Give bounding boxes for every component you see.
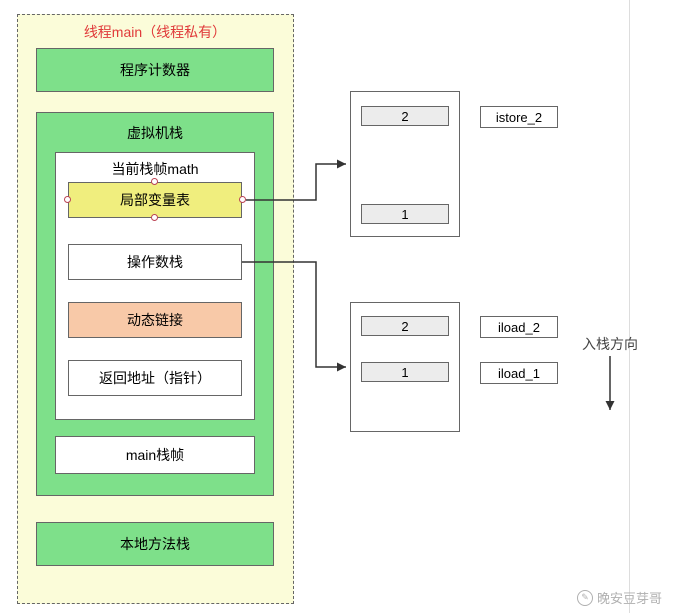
page-divider: [629, 0, 630, 613]
main-frame-label: main栈帧: [126, 445, 184, 465]
current-frame-title: 当前栈帧math: [56, 159, 254, 179]
wechat-icon: ✎: [577, 590, 593, 606]
thread-main-title: 线程main（线程私有）: [60, 22, 250, 42]
bottom-stack-slot-bottom: 1: [361, 362, 449, 382]
top-instr-label: istore_2: [496, 110, 542, 125]
bottom-instr-bottom-label: iload_1: [498, 366, 540, 381]
handle-dot-left-icon: [64, 196, 71, 203]
bottom-stack-slot-top: 2: [361, 316, 449, 336]
dynamic-link-box: 动态链接: [68, 302, 242, 338]
watermark: ✎ 晚安豆芽哥: [577, 588, 662, 607]
bottom-stack-slot-bottom-value: 1: [401, 365, 408, 380]
operand-stack-box: 操作数栈: [68, 244, 242, 280]
vm-stack-label: 虚拟机栈: [37, 123, 273, 143]
program-counter-label: 程序计数器: [120, 60, 190, 80]
top-stack-slot-bottom-value: 1: [401, 207, 408, 222]
native-stack-box: 本地方法栈: [36, 522, 274, 566]
program-counter-box: 程序计数器: [36, 48, 274, 92]
bottom-instr-top-label: iload_2: [498, 320, 540, 335]
bottom-instr-bottom-box: iload_1: [480, 362, 558, 384]
handle-dot-bottom-icon: [151, 214, 158, 221]
watermark-text: 晚安豆芽哥: [597, 588, 662, 607]
dynamic-link-label: 动态链接: [127, 310, 183, 330]
top-stack-slot-top-value: 2: [401, 109, 408, 124]
operand-stack-label: 操作数栈: [127, 252, 183, 272]
local-vars-box: 局部变量表: [68, 182, 242, 218]
return-addr-box: 返回地址（指针）: [68, 360, 242, 396]
bottom-instr-top-box: iload_2: [480, 316, 558, 338]
native-stack-label: 本地方法栈: [120, 534, 190, 554]
bottom-stack-slot-top-value: 2: [401, 319, 408, 334]
push-direction-label: 入栈方向: [582, 334, 638, 354]
local-vars-label: 局部变量表: [120, 190, 190, 210]
top-stack-slot-bottom: 1: [361, 204, 449, 224]
return-addr-label: 返回地址（指针）: [99, 368, 211, 388]
main-frame-box: main栈帧: [55, 436, 255, 474]
top-stack-slot-top: 2: [361, 106, 449, 126]
top-instr-box: istore_2: [480, 106, 558, 128]
handle-dot-right-icon: [239, 196, 246, 203]
handle-dot-top-icon: [151, 178, 158, 185]
